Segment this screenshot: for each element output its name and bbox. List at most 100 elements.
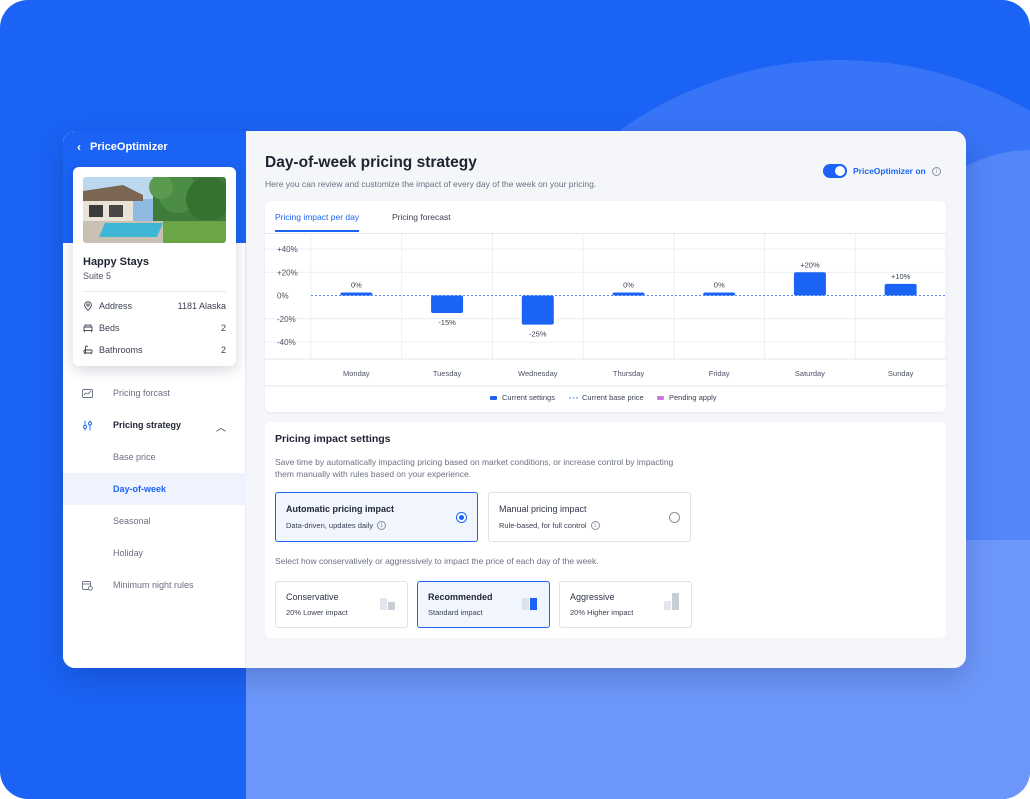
bar (884, 283, 917, 296)
info-icon[interactable]: i (590, 521, 600, 530)
pricing-impact-settings: Pricing impact settings Save time by aut… (265, 422, 946, 638)
legend-base-price: Current base price (582, 393, 644, 402)
page-title: Day-of-week pricing strategy (265, 154, 477, 171)
option-subtitle: 20% Higher impact (570, 608, 634, 617)
bed-icon (83, 324, 93, 332)
settings-description: Save time by automatically impacting pri… (275, 457, 674, 479)
tab-pricing-forecast[interactable]: Pricing forecast (392, 212, 451, 230)
data-label: -25% (529, 330, 547, 339)
property-unit: Suite 5 (83, 271, 112, 281)
option-subtitle: Rule-based, for full control i (499, 521, 600, 530)
page-subtitle: Here you can review and customize the im… (265, 179, 597, 189)
data-label: +20% (800, 260, 820, 269)
option-subtitle-text: Data-driven, updates daily (286, 521, 374, 530)
background: ‹ PriceOptimizer Happy Stays Suite 5 Add… (0, 0, 1030, 799)
low-impact-icon (380, 598, 395, 610)
property-beds-row: Beds 2 (83, 317, 226, 339)
chart-card: Pricing impact per day Pricing forecast … (265, 201, 946, 412)
automatic-radio[interactable] (456, 512, 467, 523)
sidebar-item-label: Base price (113, 452, 156, 462)
sidebar-item-pricing-strategy[interactable]: Pricing strategy ︿ (63, 409, 246, 441)
property-bathrooms-row: Bathrooms 2 (83, 339, 226, 361)
x-tick-label: Friday (709, 369, 730, 378)
legend-current-settings: Current settings (502, 393, 555, 402)
sidebar-item-label: Day-of-week (113, 484, 167, 494)
y-tick-label: 0% (277, 292, 289, 301)
sidebar-item-seasonal[interactable]: Seasonal (63, 505, 246, 537)
x-tick-label: Sunday (888, 369, 914, 378)
recommended-option[interactable]: Recommended Standard impact (417, 581, 550, 628)
info-icon[interactable]: i (377, 521, 387, 530)
sidebar-item-label: Pricing strategy (113, 420, 182, 430)
aggressive-option[interactable]: Aggressive 20% Higher impact (559, 581, 692, 628)
sidebar-item-label: Seasonal (113, 516, 151, 526)
sidebar: ‹ PriceOptimizer Happy Stays Suite 5 Add… (63, 131, 246, 668)
calendar-settings-icon (82, 581, 93, 591)
data-label: 0% (714, 281, 725, 290)
manual-pricing-option[interactable]: Manual pricing impact Rule-based, for fu… (488, 492, 691, 542)
y-tick-label: -20% (277, 315, 296, 324)
sidebar-item-holiday[interactable]: Holiday (63, 537, 246, 569)
chart-tabs: Pricing impact per day Pricing forecast (265, 201, 946, 234)
x-tick-label: Wednesday (518, 369, 558, 378)
impact-level-help: Select how conservatively or aggressivel… (275, 556, 599, 566)
app-window: ‹ PriceOptimizer Happy Stays Suite 5 Add… (63, 131, 966, 668)
detail-label: Bathrooms (99, 345, 143, 355)
tab-pricing-impact-per-day[interactable]: Pricing impact per day (275, 212, 360, 232)
sidebar-nav: Pricing forcast Pricing strategy ︿ Base … (63, 377, 246, 601)
divider (83, 291, 226, 292)
y-tick-label: -40% (277, 338, 296, 347)
optimizer-toggle-label: PriceOptimizer on (853, 166, 926, 176)
data-label: 0% (623, 281, 634, 290)
back-button[interactable]: ‹ PriceOptimizer (77, 141, 168, 153)
chevron-up-icon[interactable]: ︿ (216, 419, 226, 434)
standard-impact-icon (522, 598, 537, 610)
sidebar-item-base-price[interactable]: Base price (63, 441, 246, 473)
bar (793, 272, 826, 296)
x-tick-label: Thursday (613, 369, 645, 378)
high-impact-icon (664, 593, 679, 610)
automatic-pricing-option[interactable]: Automatic pricing impact Data-driven, up… (275, 492, 478, 542)
manual-radio[interactable] (669, 512, 680, 523)
property-photo (83, 177, 226, 243)
y-tick-label: +20% (277, 268, 298, 277)
chart-icon (82, 389, 93, 398)
info-icon[interactable]: i (931, 166, 941, 176)
bar (340, 292, 373, 296)
legend-swatch (657, 396, 664, 400)
toggle-knob (835, 166, 845, 176)
sidebar-item-label: Holiday (113, 548, 144, 558)
bar (431, 295, 464, 313)
settings-title: Pricing impact settings (275, 433, 391, 445)
y-tick-label: +40% (277, 245, 298, 254)
option-subtitle: 20% Lower impact (286, 608, 348, 617)
sidebar-item-minimum-night-rules[interactable]: Minimum night rules (63, 569, 246, 601)
detail-value: 1181 Alaska (177, 301, 226, 311)
app-name: PriceOptimizer (90, 141, 168, 153)
x-tick-label: Tuesday (433, 369, 462, 378)
detail-value: 2 (220, 323, 226, 333)
sidebar-item-pricing-forecast[interactable]: Pricing forcast (63, 377, 246, 409)
sidebar-item-label: Pricing forcast (113, 388, 171, 398)
optimizer-toggle[interactable] (823, 164, 847, 178)
data-label: 0% (351, 281, 362, 290)
option-title: Aggressive (570, 592, 615, 602)
pricing-impact-chart: +40% +20% 0% -20% -40% 0% Monday -15% Tuesday -25… (265, 234, 946, 402)
property-name: Happy Stays (83, 256, 150, 268)
location-pin-icon (84, 301, 92, 311)
legend-pending-apply: Pending apply (669, 393, 717, 402)
detail-label: Beds (99, 323, 120, 333)
x-tick-label: Saturday (795, 369, 825, 378)
detail-value: 2 (220, 345, 226, 355)
option-subtitle: Data-driven, updates daily i (286, 521, 387, 530)
conservative-option[interactable]: Conservative 20% Lower impact (275, 581, 408, 628)
main-content: Day-of-week pricing strategy Here you ca… (246, 131, 966, 668)
x-tick-label: Monday (343, 369, 370, 378)
bath-icon (83, 345, 93, 355)
sidebar-item-label: Minimum night rules (113, 580, 194, 590)
data-label: -15% (438, 318, 456, 327)
option-title: Recommended (428, 592, 493, 602)
sidebar-item-day-of-week[interactable]: Day-of-week (63, 473, 246, 505)
bar (703, 292, 736, 296)
option-title: Conservative (286, 592, 339, 602)
